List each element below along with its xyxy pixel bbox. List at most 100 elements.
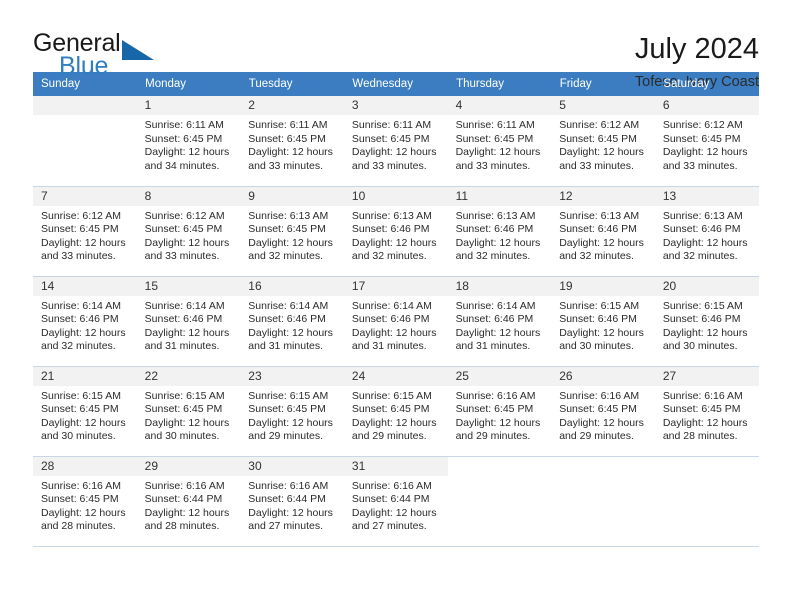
day-daylight-text: Daylight: 12 hours	[248, 236, 333, 249]
day-sunrise-text: Sunrise: 6:11 AM	[248, 119, 328, 131]
day-number: 18	[447, 276, 552, 296]
day-sunset-text: Sunset: 6:45 PM	[559, 403, 637, 416]
day-daylight-text: Daylight: 12 hours	[559, 146, 644, 159]
day-daylight-text: and 29 minutes.	[351, 430, 427, 443]
day-details: Sunrise: 6:11 AM Sunset: 6:45 PM Daylight:…	[344, 115, 448, 173]
calendar-day-cell[interactable]: 7 Sunrise: 6:12 AM Sunset: 6:45 PM Daylight…	[33, 186, 137, 277]
day-details: Sunrise: 6:16 AM Sunset: 6:45 PM Daylight:…	[551, 386, 655, 444]
day-daylight-text: and 32 minutes.	[559, 250, 634, 263]
calendar-day-cell[interactable]: 22 Sunrise: 6:15 AM Sunset: 6:45 PM Dayligh…	[136, 366, 241, 457]
day-daylight-text: and 33 minutes.	[41, 250, 116, 263]
calendar-day-cell[interactable]: 25 Sunrise: 6:16 AM Sunset: 6:45 PM Dayligh…	[447, 366, 552, 457]
calendar-day-cell[interactable]: 28 Sunrise: 6:16 AM Sunset: 6:45 PM Dayligh…	[33, 456, 137, 547]
day-daylight-text: and 32 minutes.	[351, 250, 427, 263]
calendar-day-cell[interactable]: 13 Sunrise: 6:13 AM Sunset: 6:46 PM Dayligh…	[654, 186, 759, 277]
day-sunset-text: Sunset: 6:45 PM	[248, 223, 326, 236]
calendar-day-cell[interactable]: 6 Sunrise: 6:12 AM Sunset: 6:45 PM Daylight…	[654, 96, 759, 187]
calendar-week-row: 28 Sunrise: 6:16 AM Sunset: 6:45 PM Dayligh…	[33, 456, 759, 547]
calendar-cell-empty	[447, 456, 552, 547]
day-daylight-text: and 33 minutes.	[455, 159, 531, 172]
day-daylight-text: and 33 minutes.	[351, 159, 427, 172]
day-daylight-text: Daylight: 12 hours	[351, 506, 437, 519]
day-sunrise-text: Sunrise: 6:11 AM	[455, 119, 535, 131]
calendar-day-cell[interactable]: 23 Sunrise: 6:15 AM Sunset: 6:45 PM Dayligh…	[240, 366, 344, 457]
calendar-day-cell[interactable]: 17 Sunrise: 6:14 AM Sunset: 6:46 PM Dayligh…	[343, 276, 448, 367]
calendar-day-cell[interactable]: 2 Sunrise: 6:11 AM Sunset: 6:45 PM Daylight…	[240, 96, 344, 187]
calendar-day-cell[interactable]: 21 Sunrise: 6:15 AM Sunset: 6:45 PM Dayligh…	[33, 366, 137, 457]
day-sunset-text: Sunset: 6:45 PM	[144, 403, 223, 416]
calendar-day-cell[interactable]: 29 Sunrise: 6:16 AM Sunset: 6:44 PM Dayligh…	[136, 456, 241, 547]
calendar-day-cell[interactable]: 27 Sunrise: 6:16 AM Sunset: 6:45 PM Dayligh…	[654, 366, 759, 457]
brand-logo[interactable]: General Blue	[33, 30, 233, 82]
calendar-day-cell[interactable]: 16 Sunrise: 6:14 AM Sunset: 6:46 PM Dayligh…	[240, 276, 344, 367]
day-sunset-text: Sunset: 6:45 PM	[351, 403, 430, 416]
day-sunrise-text: Sunrise: 6:14 AM	[351, 299, 432, 312]
day-number: 3	[343, 96, 448, 115]
day-daylight-text: Daylight: 12 hours	[41, 416, 126, 429]
calendar-day-cell[interactable]: 11 Sunrise: 6:13 AM Sunset: 6:46 PM Dayligh…	[447, 186, 552, 277]
day-number: 27	[654, 366, 759, 386]
calendar-day-cell[interactable]: 18 Sunrise: 6:14 AM Sunset: 6:46 PM Dayligh…	[447, 276, 552, 367]
calendar-day-cell[interactable]: 5 Sunrise: 6:12 AM Sunset: 6:45 PM Daylight…	[551, 96, 655, 187]
day-sunrise-text: Sunrise: 6:12 AM	[144, 209, 225, 222]
day-sunrise-text: Sunrise: 6:13 AM	[662, 209, 743, 222]
day-daylight-text: Daylight: 12 hours	[248, 326, 333, 339]
calendar-day-cell[interactable]: 1 Sunrise: 6:11 AM Sunset: 6:45 PM Daylight…	[136, 96, 241, 187]
weekday-header-thursday: Thursday	[447, 72, 552, 96]
day-daylight-text: Daylight: 12 hours	[351, 146, 437, 159]
day-daylight-text: Daylight: 12 hours	[144, 506, 230, 519]
calendar-day-cell[interactable]: 31 Sunrise: 6:16 AM Sunset: 6:44 PM Dayligh…	[343, 456, 448, 547]
day-sunrise-text: Sunrise: 6:11 AM	[144, 119, 224, 131]
calendar-day-cell[interactable]: 19 Sunrise: 6:15 AM Sunset: 6:46 PM Dayligh…	[551, 276, 655, 367]
day-sunrise-text: Sunrise: 6:15 AM	[41, 389, 121, 402]
day-sunrise-text: Sunrise: 6:16 AM	[248, 479, 329, 492]
calendar-day-cell[interactable]: 9 Sunrise: 6:13 AM Sunset: 6:45 PM Daylight…	[240, 186, 344, 277]
calendar-day-cell[interactable]: 15 Sunrise: 6:14 AM Sunset: 6:46 PM Dayligh…	[136, 276, 241, 367]
day-number: 10	[343, 186, 448, 206]
calendar-day-cell[interactable]: 30 Sunrise: 6:16 AM Sunset: 6:44 PM Dayligh…	[240, 456, 344, 547]
day-sunset-text: Sunset: 6:45 PM	[662, 132, 741, 145]
day-sunset-text: Sunset: 6:45 PM	[351, 132, 430, 145]
day-daylight-text: Daylight: 12 hours	[41, 236, 126, 249]
day-number: 2	[240, 96, 344, 115]
page-title: July 2024	[634, 33, 759, 65]
day-details: Sunrise: 6:11 AM Sunset: 6:45 PM Daylight:…	[448, 115, 552, 173]
calendar-day-cell[interactable]: 10 Sunrise: 6:13 AM Sunset: 6:46 PM Dayligh…	[343, 186, 448, 277]
calendar-day-cell[interactable]: 26 Sunrise: 6:16 AM Sunset: 6:45 PM Dayligh…	[551, 366, 655, 457]
calendar-day-cell[interactable]: 4 Sunrise: 6:11 AM Sunset: 6:45 PM Daylight…	[447, 96, 552, 187]
calendar-day-cell[interactable]: 3 Sunrise: 6:11 AM Sunset: 6:45 PM Daylight…	[343, 96, 448, 187]
day-sunrise-text: Sunrise: 6:12 AM	[559, 119, 640, 131]
day-details: Sunrise: 6:14 AM Sunset: 6:46 PM Daylight:…	[448, 296, 552, 354]
day-daylight-text: and 27 minutes.	[351, 520, 427, 533]
day-number: 12	[551, 186, 655, 206]
calendar-day-cell[interactable]: 24 Sunrise: 6:15 AM Sunset: 6:45 PM Dayligh…	[343, 366, 448, 457]
calendar-cell-empty	[551, 456, 655, 547]
day-sunset-text: Sunset: 6:46 PM	[662, 313, 741, 326]
calendar-day-cell[interactable]: 20 Sunrise: 6:15 AM Sunset: 6:46 PM Dayligh…	[654, 276, 759, 367]
day-daylight-text: Daylight: 12 hours	[144, 146, 230, 159]
day-daylight-text: Daylight: 12 hours	[559, 416, 644, 429]
day-sunrise-text: Sunrise: 6:16 AM	[351, 479, 432, 492]
day-daylight-text: and 27 minutes.	[248, 520, 323, 533]
calendar-week-row: 14 Sunrise: 6:14 AM Sunset: 6:46 PM Dayligh…	[33, 276, 759, 367]
calendar-cell-empty	[654, 456, 759, 547]
day-sunrise-text: Sunrise: 6:14 AM	[41, 299, 121, 312]
day-sunrise-text: Sunrise: 6:13 AM	[559, 209, 640, 222]
calendar-day-cell[interactable]: 12 Sunrise: 6:13 AM Sunset: 6:46 PM Dayligh…	[551, 186, 655, 277]
day-number: 9	[240, 186, 344, 206]
day-sunrise-text: Sunrise: 6:11 AM	[351, 119, 432, 131]
day-daylight-text: and 30 minutes.	[662, 340, 738, 353]
day-details: Sunrise: 6:11 AM Sunset: 6:45 PM Daylight:…	[137, 115, 241, 173]
day-sunset-text: Sunset: 6:45 PM	[248, 132, 326, 145]
weekday-header-wednesday: Wednesday	[343, 72, 449, 96]
day-details: Sunrise: 6:16 AM Sunset: 6:45 PM Daylight:…	[33, 476, 137, 534]
day-daylight-text: and 32 minutes.	[662, 250, 738, 263]
day-daylight-text: and 29 minutes.	[248, 430, 323, 443]
calendar-day-cell[interactable]: 8 Sunrise: 6:12 AM Sunset: 6:45 PM Daylight…	[136, 186, 241, 277]
day-details: Sunrise: 6:16 AM Sunset: 6:45 PM Daylight:…	[448, 386, 552, 444]
day-number: 29	[136, 456, 241, 476]
calendar-day-cell[interactable]: 14 Sunrise: 6:14 AM Sunset: 6:46 PM Dayligh…	[33, 276, 137, 367]
day-sunset-text: Sunset: 6:45 PM	[144, 223, 223, 236]
day-sunset-text: Sunset: 6:46 PM	[662, 223, 741, 236]
day-daylight-text: and 33 minutes.	[144, 250, 220, 263]
